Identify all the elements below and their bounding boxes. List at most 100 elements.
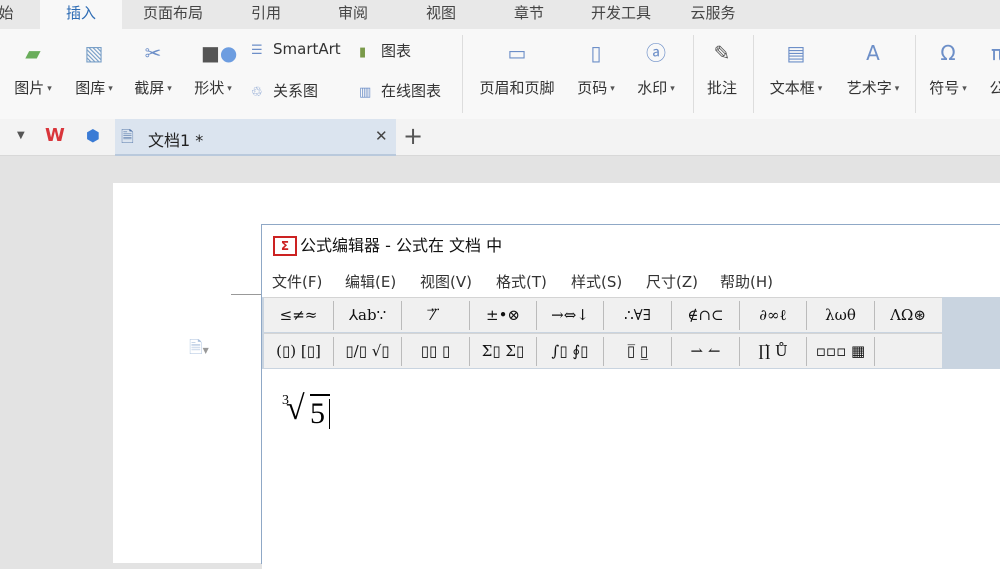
subscripts-palette[interactable]: ▯▯ ▯ xyxy=(402,337,470,366)
integrals-palette[interactable]: ∫▯ ∮▯ xyxy=(537,337,604,366)
label: 在线图表 xyxy=(381,82,442,100)
misc-symbols-palette[interactable]: ∂∞ℓ xyxy=(740,301,807,330)
label: 页眉和页脚 xyxy=(479,79,555,97)
symbol-button[interactable]: Ω 符号 ▾ xyxy=(929,29,967,119)
page-number-button[interactable]: ▯ 页码 ▾ xyxy=(577,29,615,119)
tab-view[interactable]: 视图 xyxy=(426,0,456,29)
wordart-button[interactable]: A 艺术字 ▾ xyxy=(847,29,900,119)
paragraph-icon[interactable]: 🗎▼ xyxy=(189,335,209,364)
tab-review[interactable]: 审阅 xyxy=(338,0,368,29)
label: 文本框 xyxy=(769,79,815,97)
matrices-palette[interactable]: ▫▫▫ ▦ xyxy=(807,337,875,366)
shapes-icon: ■● xyxy=(200,41,238,65)
new-tab-plus-icon[interactable]: + xyxy=(403,122,423,150)
divider xyxy=(915,35,916,113)
labeled-arrows-palette[interactable]: ⇀ ↼ xyxy=(672,337,740,366)
label: 页码 xyxy=(577,79,608,97)
fences-palette[interactable]: (▯) [▯] xyxy=(264,337,334,366)
fractions-radicals-palette[interactable]: ▯/▯ √▯ xyxy=(334,337,402,366)
label: 符号 xyxy=(929,79,960,97)
logic-palette[interactable]: ∴∀∃ xyxy=(604,301,672,330)
picture-button[interactable]: ▰ 图片 ▾ xyxy=(14,29,52,119)
menu-format[interactable]: 格式(T) xyxy=(496,267,547,297)
bars-palette[interactable]: ▯̅ ▯̲ xyxy=(604,337,672,366)
greek-upper-palette[interactable]: ΛΩ⊛ xyxy=(875,301,941,330)
gallery-icon: ▧ xyxy=(84,41,104,65)
menu-file[interactable]: 文件(F) xyxy=(272,267,322,297)
cube-icon[interactable]: ⬢ xyxy=(86,126,100,145)
formula-icon: π xyxy=(990,41,1000,65)
picture-icon: ▰ xyxy=(25,41,41,65)
label: 图库 xyxy=(75,79,106,97)
chart-button[interactable]: ▮ 图表 xyxy=(359,40,411,61)
tab-developer[interactable]: 开发工具 xyxy=(591,0,651,29)
online-chart-icon: ▥ xyxy=(359,85,372,100)
window-title-bar: Σ 公式编辑器 - 公式在 文档 中 xyxy=(262,225,1000,267)
label: 艺术字 xyxy=(846,79,892,97)
watermark-icon: ⓐ xyxy=(645,41,666,65)
dropdown-icon[interactable]: ▼ xyxy=(17,130,25,141)
text-cursor xyxy=(329,399,330,429)
symbol-palette-toolbar: ≤≠≈ ⅄ab∵ ⁄⃗ ⃛ ±•⊗ →⇔↓ ∴∀∃ ∉∩⊂ ∂∞ℓ λωθ ΛΩ… xyxy=(262,297,1000,369)
tab-references[interactable]: 引用 xyxy=(251,0,281,29)
wordart-icon: A xyxy=(866,41,880,65)
symbol-palette-row-2: (▯) [▯] ▯/▯ √▯ ▯▯ ▯ Σ▯ Σ▯ ∫▯ ∮▯ ▯̅ ▯̲ ⇀ … xyxy=(264,333,942,368)
menu-edit[interactable]: 编辑(E) xyxy=(345,267,396,297)
margin-mark xyxy=(231,294,261,295)
header-footer-button[interactable]: ▭ 页眉和页脚 xyxy=(479,29,554,119)
label: 截屏 xyxy=(134,79,165,97)
gallery-button[interactable]: ▧ 图库 ▾ xyxy=(75,29,113,119)
online-chart-button[interactable]: ▥ 在线图表 xyxy=(359,80,441,101)
formula-button[interactable]: π公 xyxy=(985,29,1000,119)
symbol-palette-row-1: ≤≠≈ ⅄ab∵ ⁄⃗ ⃛ ±•⊗ →⇔↓ ∴∀∃ ∉∩⊂ ∂∞ℓ λωθ ΛΩ… xyxy=(264,297,942,332)
divider xyxy=(753,35,754,113)
label: 公 xyxy=(989,79,1000,97)
scissors-icon: ✂ xyxy=(144,41,162,65)
menu-help[interactable]: 帮助(H) xyxy=(720,267,773,297)
tab-section[interactable]: 章节 xyxy=(514,0,544,29)
comment-icon: ✎ xyxy=(713,41,731,65)
products-palette[interactable]: ∏̇ Ů xyxy=(740,337,807,366)
label: 图片 xyxy=(14,79,45,97)
ribbon: ▰ 图片 ▾ ▧ 图库 ▾ ✂ 截屏 ▾ ■● 形状 ▾ ☰ SmartArt ▮ 图表 ♲ 关系图 … xyxy=(0,29,1000,119)
window-title: 公式编辑器 - 公式在 文档 中 xyxy=(300,236,503,255)
page-number-icon: ▯ xyxy=(590,41,602,65)
greek-lower-palette[interactable]: λωθ xyxy=(807,301,875,330)
header-footer-icon: ▭ xyxy=(507,41,527,65)
relations-palette[interactable]: ≤≠≈ xyxy=(264,301,334,330)
screenshot-button[interactable]: ✂ 截屏 ▾ xyxy=(134,29,172,119)
divider xyxy=(462,35,463,113)
tab-cloud[interactable]: 云服务 xyxy=(690,0,735,29)
omega-icon: Ω xyxy=(940,41,956,65)
label: 批注 xyxy=(706,79,738,97)
label: 图表 xyxy=(381,42,412,60)
smartart-button[interactable]: ☰ SmartArt xyxy=(251,40,341,58)
divider xyxy=(693,35,694,113)
tab-start[interactable]: 始 xyxy=(0,0,14,29)
relation-chart-button[interactable]: ♲ 关系图 xyxy=(251,80,318,101)
textbox-button[interactable]: ▤ 文本框 ▾ xyxy=(770,29,823,119)
menu-size[interactable]: 尺寸(Z) xyxy=(646,267,698,297)
arrows-palette[interactable]: →⇔↓ xyxy=(537,301,604,330)
embellishments-palette[interactable]: ⁄⃗ ⃛ xyxy=(402,301,470,330)
label: SmartArt xyxy=(273,40,341,58)
radical-sign: √ xyxy=(286,390,305,427)
menu-style[interactable]: 样式(S) xyxy=(571,267,622,297)
label: 关系图 xyxy=(273,82,319,100)
operators-palette[interactable]: ±•⊗ xyxy=(470,301,537,330)
watermark-button[interactable]: ⓐ 水印 ▾ xyxy=(637,29,675,119)
document-tab[interactable]: 🗎 文档1 * ✕ xyxy=(115,119,396,156)
menu-bar: 文件(F) 编辑(E) 视图(V) 格式(T) 样式(S) 尺寸(Z) 帮助(H… xyxy=(262,267,1000,297)
shapes-button[interactable]: ■● 形状 ▾ xyxy=(194,29,238,119)
formula-canvas[interactable]: 3 √ 5 xyxy=(262,369,1000,569)
tab-page-layout[interactable]: 页面布局 xyxy=(143,0,203,29)
spaces-palette[interactable]: ⅄ab∵ xyxy=(334,301,402,330)
summation-palette[interactable]: Σ▯ Σ▯ xyxy=(470,337,537,366)
wps-logo-icon[interactable]: W xyxy=(45,125,65,146)
tab-insert[interactable]: 插入 xyxy=(40,0,122,29)
label: 形状 xyxy=(194,79,225,97)
set-theory-palette[interactable]: ∉∩⊂ xyxy=(672,301,740,330)
close-icon[interactable]: ✕ xyxy=(375,127,388,145)
menu-view[interactable]: 视图(V) xyxy=(420,267,472,297)
comment-button[interactable]: ✎ 批注 xyxy=(707,29,737,119)
